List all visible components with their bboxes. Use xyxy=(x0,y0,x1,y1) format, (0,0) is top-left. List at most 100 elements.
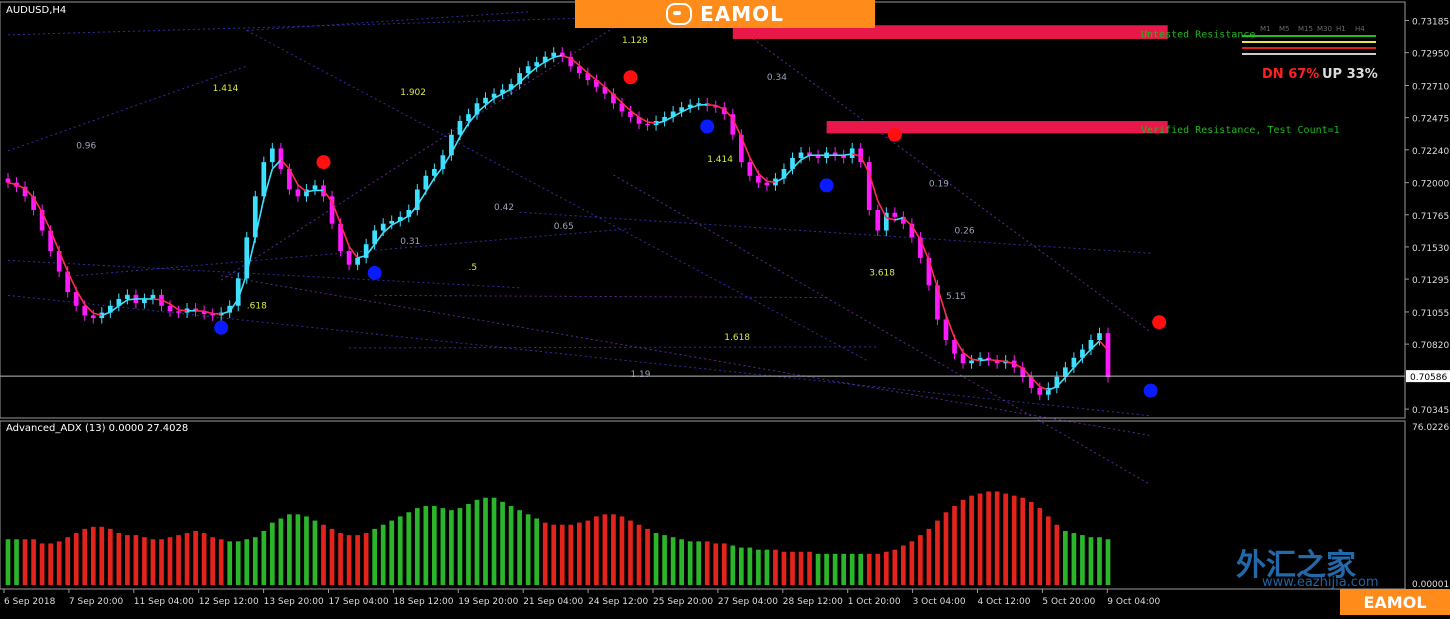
adx-bar xyxy=(696,541,701,585)
adx-bar xyxy=(1029,502,1034,585)
adx-bar xyxy=(833,554,838,585)
fib-label: 0.19 xyxy=(929,180,949,190)
fib-line xyxy=(733,24,1151,332)
adx-bar xyxy=(406,512,411,585)
candle-body xyxy=(1097,333,1102,340)
adx-bar xyxy=(1003,494,1008,585)
adx-bar xyxy=(1072,533,1077,585)
timeframe-bar xyxy=(1242,41,1376,43)
time-tick-label: 1 Oct 20:00 xyxy=(848,597,901,607)
adx-bar xyxy=(65,537,70,585)
adx-bar xyxy=(398,516,403,585)
candle-body xyxy=(645,124,650,126)
ma-segment xyxy=(767,181,776,182)
candle-body xyxy=(6,179,11,183)
adx-bar xyxy=(253,537,258,585)
timeframe-label: M5 xyxy=(1279,25,1290,33)
time-tick-label: 11 Sep 04:00 xyxy=(134,597,194,607)
adx-bar xyxy=(799,552,804,585)
buy-signal-dot xyxy=(700,120,714,134)
adx-bar xyxy=(722,543,727,585)
adx-bar xyxy=(500,502,505,585)
candle-body xyxy=(875,210,880,231)
fib-label: 1.414 xyxy=(707,155,733,165)
price-tick-label: 0.73185 xyxy=(1412,17,1449,27)
price-tick-label: 0.71055 xyxy=(1412,309,1449,319)
candle-body xyxy=(125,295,130,299)
adx-bar xyxy=(543,523,548,585)
time-tick-label: 19 Sep 20:00 xyxy=(458,597,518,607)
candle-body xyxy=(850,148,855,158)
ma-segment xyxy=(707,105,716,106)
adx-bar xyxy=(645,529,650,585)
buy-signal-dot xyxy=(1144,384,1158,398)
price-tick-label: 0.72240 xyxy=(1412,147,1449,157)
time-tick-label: 18 Sep 12:00 xyxy=(393,597,453,607)
adx-bar xyxy=(824,554,829,585)
candle-body xyxy=(483,98,488,103)
brand-logo-icon xyxy=(666,3,692,25)
adx-bar xyxy=(995,491,1000,585)
watermark-url: www.eazhijia.com xyxy=(1262,575,1379,590)
candle-body xyxy=(969,361,974,364)
adx-bar xyxy=(364,533,369,585)
resistance-label: Verified Resistance, Test Count=1 xyxy=(1141,125,1340,136)
adx-bar xyxy=(117,533,122,585)
buy-signal-dot xyxy=(368,266,382,280)
price-tick-label: 0.72475 xyxy=(1412,115,1449,125)
adx-bar xyxy=(568,525,573,585)
candle-body xyxy=(176,311,181,313)
adx-bar xyxy=(927,529,932,585)
candle-body xyxy=(1037,388,1042,395)
adx-bar xyxy=(534,518,539,585)
fib-line xyxy=(8,260,520,287)
candle-body xyxy=(296,189,301,196)
ma-segment xyxy=(179,310,188,311)
fib-label: 0.31 xyxy=(400,237,420,247)
adx-bar xyxy=(935,521,940,585)
adx-bar xyxy=(108,529,113,585)
ma-segment xyxy=(153,299,162,300)
candle-body xyxy=(1106,333,1111,377)
adx-bar xyxy=(782,552,787,585)
price-tick-label: 0.72000 xyxy=(1412,180,1449,190)
adx-bar xyxy=(952,506,957,585)
time-tick-label: 7 Sep 20:00 xyxy=(69,597,124,607)
adx-bar xyxy=(586,521,591,585)
adx-bar xyxy=(1012,496,1017,585)
adx-bar xyxy=(142,537,147,585)
adx-bar xyxy=(858,554,863,585)
fib-line xyxy=(520,212,1151,253)
adx-bar xyxy=(526,514,531,585)
adx-bar xyxy=(679,539,684,585)
brand-banner-bottom: EAMOL xyxy=(1340,589,1450,615)
adx-bar xyxy=(347,535,352,585)
fib-line xyxy=(8,17,630,35)
adx-bar xyxy=(185,533,190,585)
timeframe-label: H4 xyxy=(1355,25,1365,33)
adx-bar xyxy=(910,541,915,585)
fib-line xyxy=(375,295,827,297)
adx-bar xyxy=(918,535,923,585)
adx-bar xyxy=(31,539,36,585)
candle-body xyxy=(347,251,352,265)
ma-segment xyxy=(980,360,989,361)
adx-bar xyxy=(671,537,676,585)
adx-bar xyxy=(850,554,855,585)
adx-bar xyxy=(867,554,872,585)
sell-signal-dot xyxy=(623,70,637,84)
timeframe-bar xyxy=(1242,47,1376,49)
adx-bar xyxy=(705,541,710,585)
fib-label: 5.15 xyxy=(946,292,966,302)
adx-title: Advanced_ADX (13) 0.0000 27.4028 xyxy=(6,423,188,434)
chart-frame: Untested ResistanceVerified Resistance, … xyxy=(0,0,1450,615)
brand-banner-top: EAMOL xyxy=(575,0,875,28)
adx-bar xyxy=(279,518,284,585)
adx-bar xyxy=(287,514,292,585)
adx-bar xyxy=(875,554,880,585)
timeframe-label: M30 xyxy=(1317,25,1332,33)
candle-body xyxy=(270,148,275,162)
adx-max-label: 76.0226 xyxy=(1412,423,1449,433)
adx-bar xyxy=(577,523,582,585)
adx-bar xyxy=(654,533,659,585)
